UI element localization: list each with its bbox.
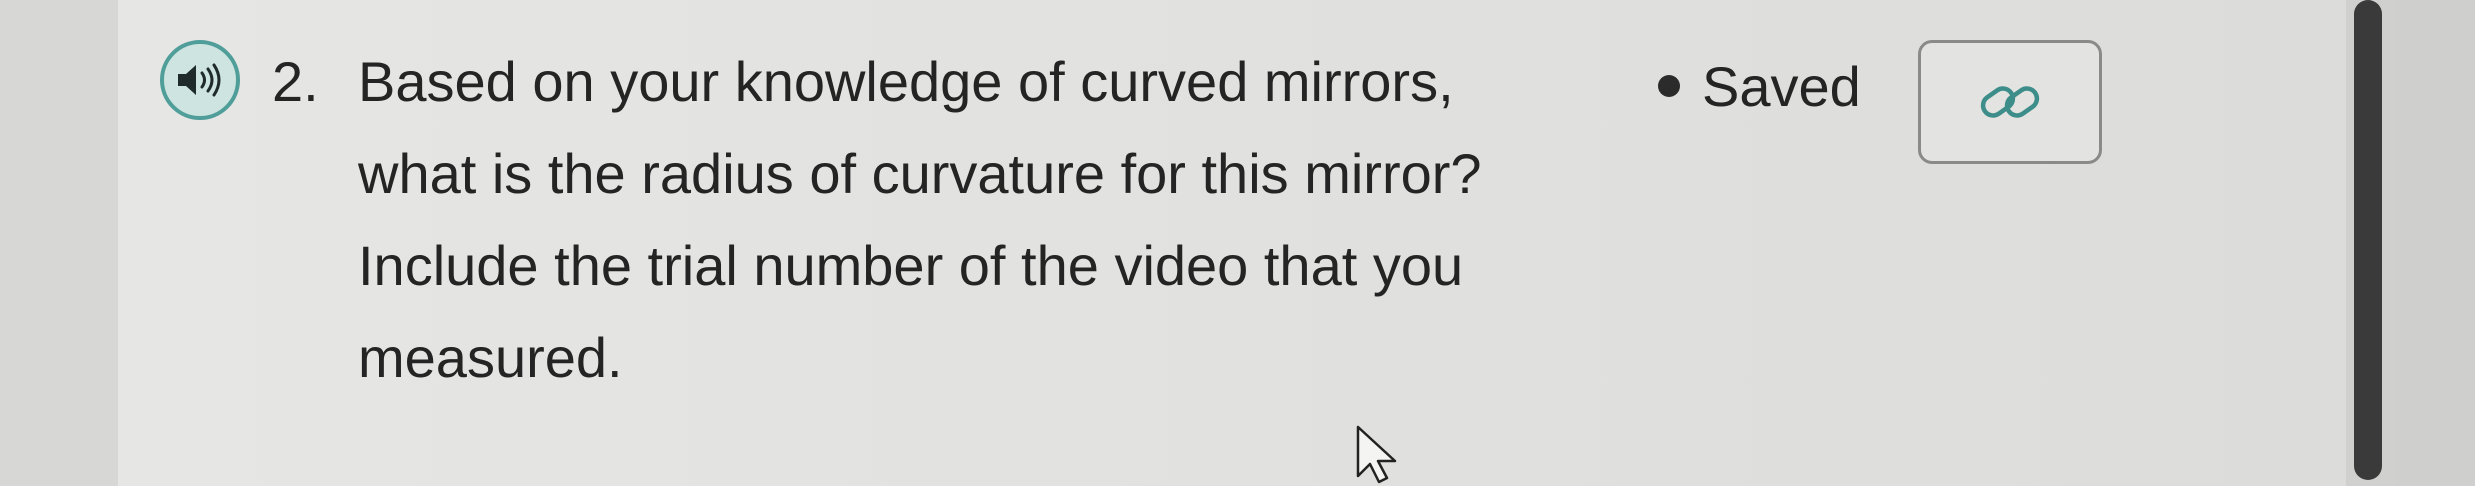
question-line: Based on your knowledge of curved mirror… <box>358 50 1454 113</box>
saved-label: Saved <box>1702 54 1861 118</box>
speaker-icon <box>178 63 221 97</box>
saved-status: Saved <box>1658 40 1861 132</box>
right-margin <box>2396 0 2475 486</box>
question-line: Include the trial number of the video th… <box>358 234 1464 297</box>
audio-button[interactable] <box>160 40 240 120</box>
question-line: what is the radius of curvature for this… <box>358 142 1482 205</box>
question-line: measured. <box>358 326 623 389</box>
copy-link-button[interactable] <box>1918 40 2102 164</box>
link-icon <box>1980 86 2040 118</box>
scrollbar-thumb[interactable] <box>2354 0 2382 480</box>
question-text: Based on your knowledge of curved mirror… <box>358 36 1588 404</box>
status-dot-icon <box>1658 75 1680 97</box>
left-margin <box>0 0 118 486</box>
question-number: 2. <box>272 50 319 113</box>
mouse-pointer-icon <box>1356 425 1397 484</box>
